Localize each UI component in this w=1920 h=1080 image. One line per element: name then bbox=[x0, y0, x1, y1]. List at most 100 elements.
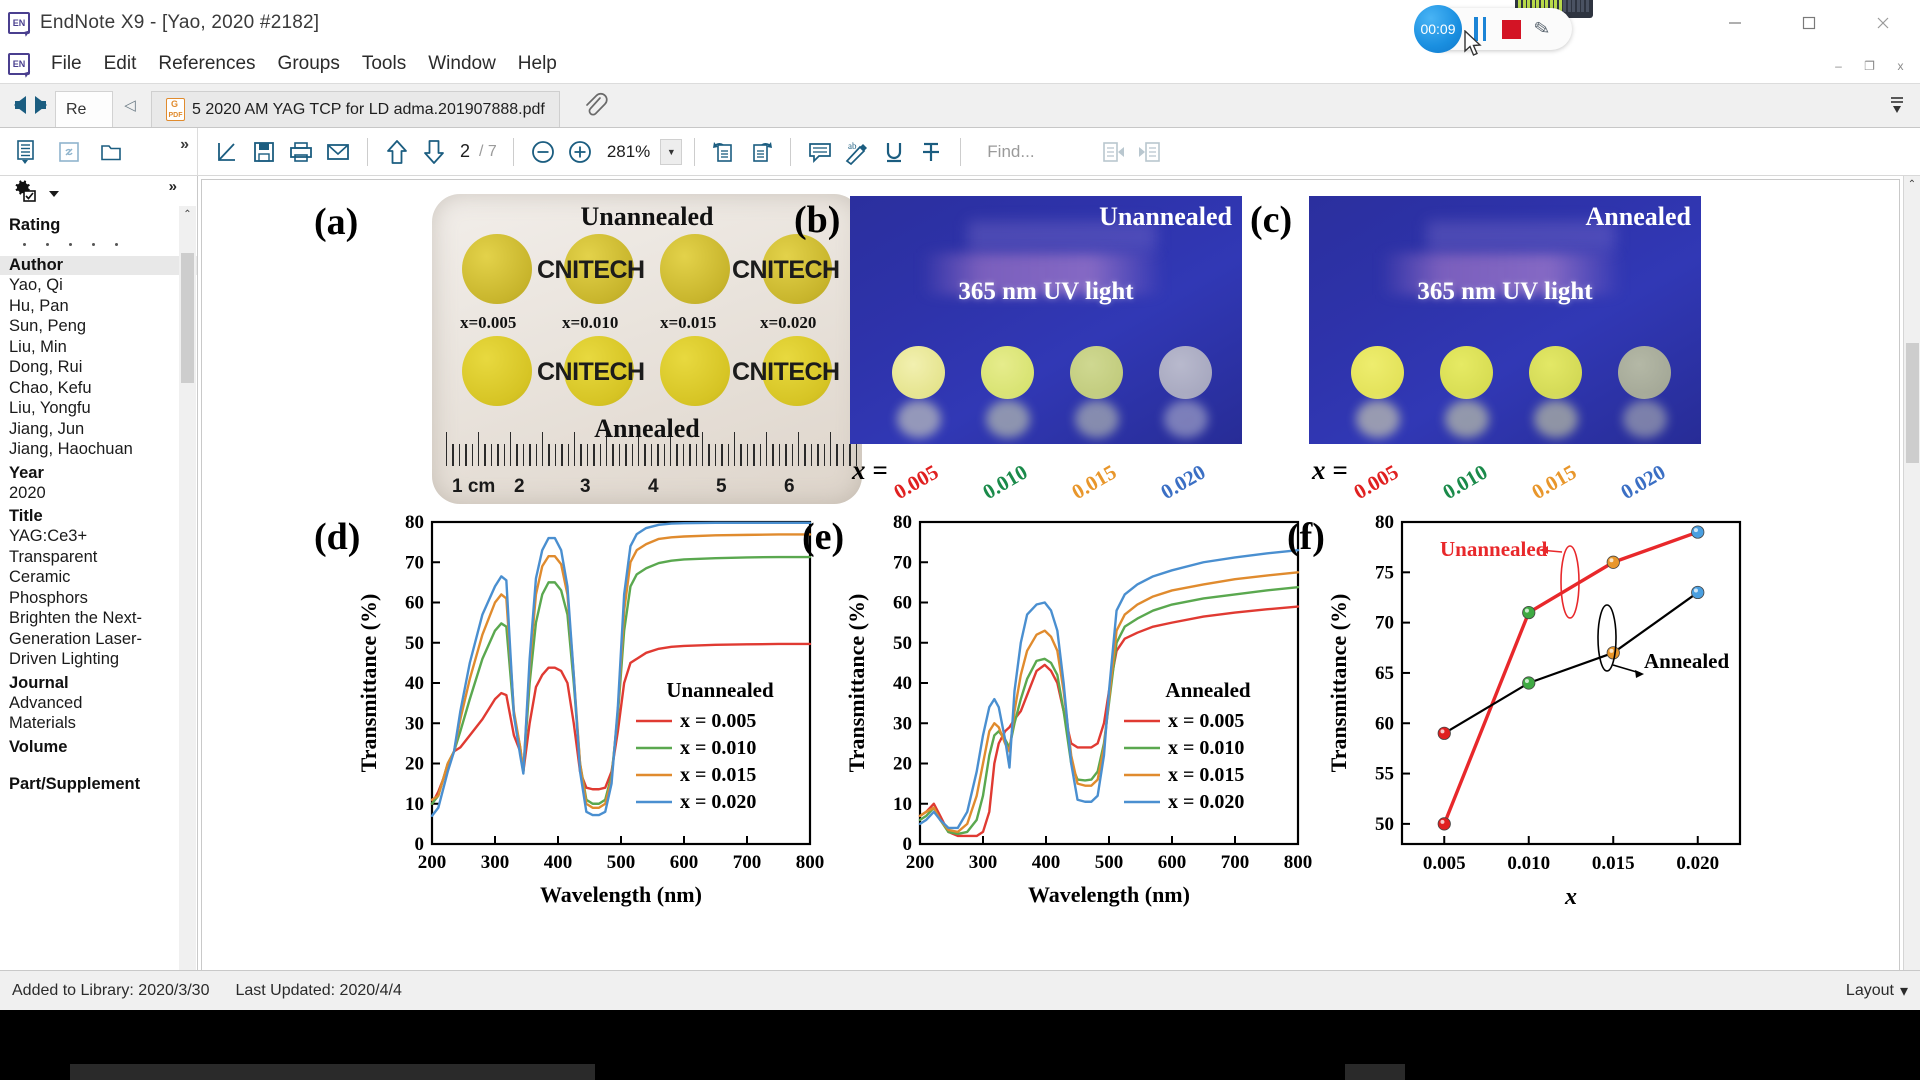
panel-b-x-value-3: 0.020 bbox=[1156, 459, 1210, 505]
print-icon[interactable] bbox=[284, 135, 318, 169]
highlight-pen-icon[interactable]: ab bbox=[840, 135, 874, 169]
rating-dot[interactable] bbox=[69, 243, 72, 246]
document-restore-button[interactable]: ❐ bbox=[1854, 55, 1885, 77]
layout-button[interactable]: Layout ▾ bbox=[1846, 981, 1908, 1001]
field-value-year[interactable]: 2020 bbox=[9, 483, 175, 504]
tab-reference[interactable]: Re bbox=[55, 91, 113, 127]
menu-window[interactable]: Window bbox=[417, 50, 507, 78]
back-arrow-icon[interactable] bbox=[14, 95, 26, 114]
find-previous-icon[interactable] bbox=[1096, 135, 1130, 169]
forward-arrow-icon[interactable] bbox=[35, 95, 47, 114]
menu-groups[interactable]: Groups bbox=[267, 50, 351, 78]
up-arrow-icon[interactable] bbox=[380, 135, 414, 169]
ruler-tick bbox=[529, 444, 531, 466]
chevron-down-icon[interactable]: ▼ bbox=[660, 138, 683, 165]
field-value-title-2[interactable]: Ceramic bbox=[9, 567, 175, 588]
field-value-author-8[interactable]: Jiang, Haochuan bbox=[9, 439, 175, 460]
pencil-annotate-icon[interactable]: ✎ bbox=[1532, 17, 1552, 42]
scroll-up-icon[interactable]: ⌃ bbox=[179, 206, 196, 223]
field-value-author-2[interactable]: Sun, Peng bbox=[9, 316, 175, 337]
gear-settings-icon[interactable] bbox=[14, 179, 40, 209]
save-icon[interactable] bbox=[247, 135, 281, 169]
field-value-title-4[interactable]: Brighten the Next- bbox=[9, 608, 175, 629]
document-minimize-button[interactable]: – bbox=[1823, 55, 1854, 77]
rating-dot[interactable] bbox=[23, 243, 26, 246]
field-value-author-5[interactable]: Chao, Kefu bbox=[9, 378, 175, 399]
scrollbar-thumb[interactable] bbox=[1905, 343, 1919, 463]
screen-recorder-widget: 00:09 ✎ bbox=[1414, 5, 1572, 53]
field-value-author-4[interactable]: Dong, Rui bbox=[9, 357, 175, 378]
stop-record-icon[interactable] bbox=[1502, 20, 1521, 39]
strikethrough-icon[interactable] bbox=[914, 135, 948, 169]
zoom-in-icon[interactable] bbox=[563, 135, 597, 169]
field-value-title-0[interactable]: YAG:Ce3+ bbox=[9, 526, 175, 547]
field-value-journal-0[interactable]: Advanced bbox=[9, 693, 175, 714]
document-window-controls: – ❐ x bbox=[1823, 55, 1916, 77]
taskbar-item[interactable] bbox=[1345, 1064, 1405, 1080]
open-in-new-icon[interactable] bbox=[210, 135, 244, 169]
reference-panel-overflow[interactable]: » bbox=[169, 178, 177, 195]
ruler-tick bbox=[554, 444, 557, 466]
menu-help[interactable]: Help bbox=[507, 50, 568, 78]
scroll-up-icon[interactable]: ⌃ bbox=[1904, 176, 1920, 193]
field-value-author-7[interactable]: Jiang, Jun bbox=[9, 419, 175, 440]
field-value-title-5[interactable]: Generation Laser- bbox=[9, 629, 175, 650]
email-icon[interactable] bbox=[321, 135, 355, 169]
list-view-icon[interactable] bbox=[10, 135, 44, 169]
chevron-down-icon[interactable] bbox=[49, 191, 59, 197]
rotate-right-icon[interactable] bbox=[744, 135, 778, 169]
rating-dot[interactable] bbox=[46, 243, 49, 246]
tab-pdf-document[interactable]: PDF 5 2020 AM YAG TCP for LD adma.201907… bbox=[151, 91, 560, 127]
find-input[interactable]: Find... bbox=[973, 142, 1093, 162]
document-close-button[interactable]: x bbox=[1885, 55, 1916, 77]
rating-dot[interactable] bbox=[92, 243, 95, 246]
find-next-icon[interactable] bbox=[1133, 135, 1167, 169]
underline-icon[interactable] bbox=[877, 135, 911, 169]
collapse-left-icon[interactable]: ◁ bbox=[113, 82, 147, 127]
field-value-author-6[interactable]: Liu, Yongfu bbox=[9, 398, 175, 419]
open-folder-icon[interactable] bbox=[94, 135, 128, 169]
down-arrow-icon[interactable] bbox=[417, 135, 451, 169]
field-value-title-3[interactable]: Phosphors bbox=[9, 588, 175, 609]
field-value-author-0[interactable]: Yao, Qi bbox=[9, 275, 175, 296]
zoom-level-label[interactable]: 281% bbox=[600, 142, 657, 162]
panel-c-x-prefix: x = bbox=[1312, 455, 1348, 485]
rotate-left-icon[interactable] bbox=[707, 135, 741, 169]
scrollbar-thumb[interactable] bbox=[181, 253, 194, 383]
paperclip-icon[interactable] bbox=[582, 82, 608, 127]
field-value-title-1[interactable]: Transparent bbox=[9, 547, 175, 568]
pdf-scrollbar[interactable]: ⌃ ⌄ bbox=[1903, 176, 1920, 1010]
zoom-out-icon[interactable] bbox=[526, 135, 560, 169]
field-value-author-1[interactable]: Hu, Pan bbox=[9, 296, 175, 317]
library-toolbar-overflow[interactable]: » bbox=[180, 136, 189, 154]
sticky-note-icon[interactable] bbox=[803, 135, 837, 169]
menu-edit[interactable]: Edit bbox=[93, 50, 148, 78]
left-panel-scrollbar[interactable]: ⌃ ⌄ bbox=[179, 206, 196, 1010]
field-value-journal-1[interactable]: Materials bbox=[9, 713, 175, 734]
disc-reflection bbox=[1164, 400, 1208, 438]
close-button[interactable] bbox=[1846, 0, 1920, 45]
link-icon[interactable] bbox=[52, 135, 86, 169]
rating-stars[interactable] bbox=[9, 235, 175, 252]
panel-b-x-value-1: 0.010 bbox=[978, 459, 1032, 505]
menu-tools[interactable]: Tools bbox=[351, 50, 417, 78]
maximize-button[interactable] bbox=[1772, 0, 1846, 45]
panel-label-a: (a) bbox=[314, 201, 359, 243]
toolbar-separator bbox=[960, 137, 962, 166]
ruler-tick bbox=[759, 444, 761, 466]
page-number-input[interactable]: 2 bbox=[454, 141, 476, 162]
minimize-button[interactable] bbox=[1698, 0, 1772, 45]
field-value-author-3[interactable]: Liu, Min bbox=[9, 337, 175, 358]
menu-references[interactable]: References bbox=[147, 50, 266, 78]
pdf-page-canvas[interactable]: (a) Unannealed CNITECH CNITECH x=0.005 x… bbox=[201, 179, 1900, 1007]
field-value-title-6[interactable]: Driven Lighting bbox=[9, 649, 175, 670]
overflow-menu-icon[interactable] bbox=[1888, 94, 1906, 122]
panel-c-x-value-3: 0.020 bbox=[1616, 459, 1670, 505]
taskbar-item[interactable] bbox=[70, 1064, 595, 1080]
menu-file[interactable]: File bbox=[40, 50, 93, 78]
ruler-tick bbox=[612, 444, 614, 466]
svg-text:400: 400 bbox=[1032, 852, 1061, 873]
svg-text:80: 80 bbox=[1375, 512, 1394, 533]
rating-dot[interactable] bbox=[115, 243, 118, 246]
ruler-tick bbox=[804, 444, 806, 466]
